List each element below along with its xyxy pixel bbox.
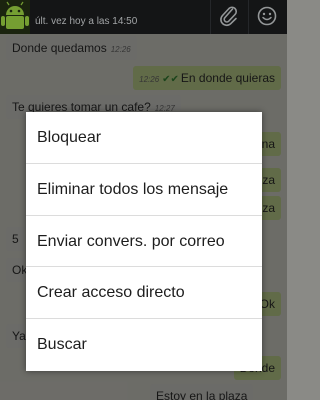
context-menu: Bloquear Eliminar todos los mensaje Envi… [26, 112, 262, 371]
menu-item-crear-acceso-directo[interactable]: Crear acceso directo [26, 267, 262, 320]
menu-item-enviar-correo[interactable]: Enviar convers. por correo [26, 216, 262, 268]
menu-item-eliminar-mensajes[interactable]: Eliminar todos los mensaje [26, 164, 262, 216]
menu-item-bloquear[interactable]: Bloquear [26, 112, 262, 164]
menu-item-buscar[interactable]: Buscar [26, 319, 262, 371]
